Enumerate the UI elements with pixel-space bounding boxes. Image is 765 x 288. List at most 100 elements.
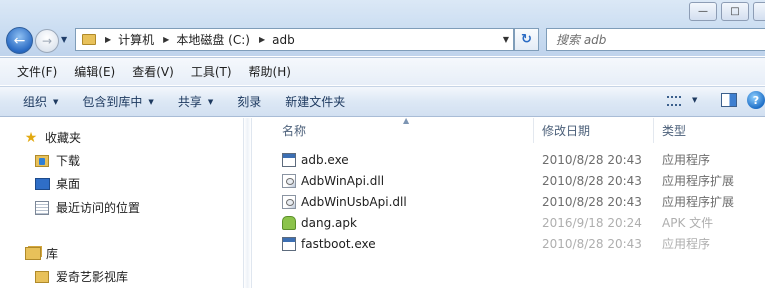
file-name-cell: dang.apk — [282, 212, 357, 233]
file-type: 应用程序 — [662, 237, 711, 251]
nav-item-iqiyi-library[interactable]: 爱奇艺影视库 — [35, 268, 128, 285]
file-list: ▲ 名称 修改日期 类型 adb.exe 2010/8/28 20:43 应用程… — [253, 116, 765, 288]
column-divider[interactable] — [653, 118, 654, 143]
organize-button[interactable]: 组织 ▼ — [23, 93, 58, 110]
new-folder-label: 新建文件夹 — [285, 95, 346, 109]
file-row[interactable]: adb.exe 2010/8/28 20:43 应用程序 — [253, 149, 765, 170]
file-date: 2010/8/28 20:43 — [542, 194, 642, 209]
menu-help[interactable]: 帮助(H) — [249, 63, 291, 80]
breadcrumb-local-disk[interactable]: 本地磁盘 (C:) — [176, 31, 250, 48]
pane-splitter[interactable] — [243, 118, 252, 288]
close-icon[interactable] — [753, 2, 765, 21]
column-divider[interactable] — [533, 118, 534, 143]
help-icon[interactable]: ? — [747, 91, 765, 109]
nav-item-label: 下载 — [56, 154, 81, 168]
menu-edit[interactable]: 编辑(E) — [74, 63, 115, 80]
menu-file[interactable]: 文件(F) — [17, 63, 57, 80]
file-name-cell: AdbWinApi.dll — [282, 170, 384, 191]
nav-libraries-label: 库 — [46, 247, 59, 261]
apk-icon — [282, 215, 296, 230]
folder-icon — [35, 270, 49, 283]
file-date: 2010/8/28 20:43 — [542, 236, 642, 251]
nav-item-desktop[interactable]: 桌面 — [35, 175, 80, 192]
file-date: 2010/8/28 20:43 — [542, 152, 642, 167]
nav-item-label: 爱奇艺影视库 — [56, 270, 129, 284]
chevron-right-icon[interactable]: ▶ — [259, 35, 265, 44]
chevron-right-icon[interactable]: ▶ — [105, 35, 111, 44]
dll-icon — [282, 194, 296, 209]
file-type: 应用程序扩展 — [662, 195, 735, 209]
file-row[interactable]: AdbWinApi.dll 2010/8/28 20:43 应用程序扩展 — [253, 170, 765, 191]
file-row[interactable]: dang.apk 2016/9/18 20:24 APK 文件 — [253, 212, 765, 233]
folder-icon — [82, 34, 96, 45]
breadcrumb-adb[interactable]: adb — [272, 33, 295, 47]
column-header-name-label: 名称 — [282, 124, 307, 138]
chevron-right-icon[interactable]: ▶ — [163, 35, 169, 44]
library-icon — [25, 247, 41, 260]
nav-item-recent-places[interactable]: 最近访问的位置 — [35, 199, 140, 216]
exe-icon — [282, 236, 296, 251]
back-arrow-icon[interactable]: ← — [6, 27, 33, 54]
minimize-icon[interactable]: — — [689, 2, 717, 21]
chevron-down-icon: ▼ — [148, 97, 154, 106]
column-header-type[interactable]: 类型 — [662, 118, 762, 143]
nav-libraries[interactable]: 库 — [25, 245, 58, 262]
nav-favorites-label: 收藏夹 — [45, 131, 82, 145]
file-name: dang.apk — [301, 215, 357, 230]
maximize-icon[interactable]: □ — [721, 2, 749, 21]
menu-view[interactable]: 查看(V) — [132, 63, 174, 80]
nav-item-label: 最近访问的位置 — [56, 201, 141, 215]
preview-pane-icon[interactable] — [721, 93, 737, 107]
column-header-type-label: 类型 — [662, 124, 687, 138]
nav-item-label: 桌面 — [56, 177, 81, 191]
include-in-library-label: 包含到库中 — [82, 95, 143, 109]
recent-places-icon — [35, 200, 49, 215]
column-header-name[interactable]: 名称 — [282, 118, 532, 143]
nav-favorites[interactable]: ★ 收藏夹 — [23, 129, 81, 146]
file-type: 应用程序扩展 — [662, 174, 735, 188]
address-bar[interactable]: ▶ 计算机 ▶ 本地磁盘 (C:) ▶ adb ▼ — [75, 28, 514, 51]
menu-tools[interactable]: 工具(T) — [191, 63, 232, 80]
burn-button[interactable]: 刻录 — [237, 93, 261, 110]
file-date: 2010/8/28 20:43 — [542, 173, 642, 188]
file-name: fastboot.exe — [301, 236, 376, 251]
file-name-cell: fastboot.exe — [282, 233, 376, 254]
new-folder-button[interactable]: 新建文件夹 — [285, 93, 345, 110]
refresh-icon[interactable]: ↻ — [514, 28, 539, 51]
organize-label: 组织 — [23, 95, 48, 109]
dll-icon — [282, 173, 296, 188]
file-name-cell: AdbWinUsbApi.dll — [282, 191, 407, 212]
burn-label: 刻录 — [237, 95, 262, 109]
file-type: APK 文件 — [662, 216, 714, 230]
column-header-date[interactable]: 修改日期 — [542, 118, 652, 143]
file-date: 2016/9/18 20:24 — [542, 215, 642, 230]
file-type: 应用程序 — [662, 153, 711, 167]
include-in-library-button[interactable]: 包含到库中 ▼ — [82, 93, 153, 110]
breadcrumb-computer[interactable]: 计算机 — [118, 31, 154, 48]
chevron-down-icon: ▼ — [207, 97, 214, 106]
command-bar: 组织 ▼ 包含到库中 ▼ 共享 ▼ 刻录 新建文件夹 — [0, 86, 765, 117]
nav-item-downloads[interactable]: 下载 — [35, 152, 80, 169]
view-chevron-down-icon[interactable]: ▼ — [692, 96, 697, 104]
file-name: AdbWinUsbApi.dll — [301, 194, 407, 209]
star-icon: ★ — [24, 129, 38, 146]
file-name: adb.exe — [301, 152, 349, 167]
recent-pages-chevron-down-icon[interactable]: ▼ — [61, 35, 67, 44]
file-name-cell: adb.exe — [282, 149, 349, 170]
file-row[interactable]: AdbWinUsbApi.dll 2010/8/28 20:43 应用程序扩展 — [253, 191, 765, 212]
file-name: AdbWinApi.dll — [301, 173, 385, 188]
share-label: 共享 — [177, 95, 202, 109]
caption-buttons: — □ — [685, 2, 765, 21]
file-row[interactable]: fastboot.exe 2010/8/28 20:43 应用程序 — [253, 233, 765, 254]
navigation-pane: ★ 收藏夹 下载 桌面 最近访问的位置 库 爱奇艺影视库 — [0, 118, 243, 288]
chevron-down-icon: ▼ — [53, 97, 59, 106]
exe-icon — [282, 152, 296, 167]
downloads-folder-icon — [35, 154, 49, 167]
address-history-chevron-down-icon[interactable]: ▼ — [503, 35, 509, 44]
column-header-date-label: 修改日期 — [542, 124, 591, 138]
view-options-icon[interactable] — [667, 96, 681, 106]
share-button[interactable]: 共享 ▼ — [178, 93, 213, 110]
desktop-icon — [35, 177, 50, 190]
search-input[interactable]: 搜索 adb — [546, 28, 765, 51]
forward-arrow-icon[interactable]: → — [35, 29, 59, 53]
